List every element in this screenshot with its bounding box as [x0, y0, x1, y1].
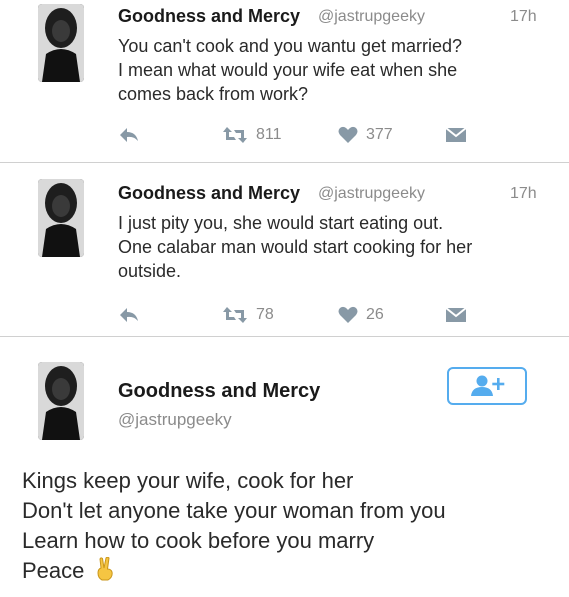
profile-handle[interactable]: @jastrupgeeky [118, 410, 232, 430]
profile-avatar[interactable] [38, 362, 84, 440]
timestamp[interactable]: 17h [510, 185, 537, 203]
tweet-actions: 811 377 [0, 126, 569, 150]
username[interactable]: @jastrupgeeky [318, 185, 425, 203]
caption-line: Kings keep your wife, cook for her [22, 468, 354, 493]
heart-icon [338, 126, 358, 143]
avatar[interactable] [38, 4, 84, 82]
display-name[interactable]: Goodness and Mercy [118, 6, 300, 27]
avatar[interactable] [38, 179, 84, 257]
retweet-icon [223, 307, 247, 323]
reply-icon [120, 308, 138, 322]
retweet-icon [223, 127, 247, 143]
like-count: 26 [366, 306, 384, 323]
heart-icon [338, 306, 358, 323]
reply-button[interactable] [118, 306, 148, 324]
follow-button[interactable] [447, 367, 527, 405]
like-button[interactable]: 26 [338, 306, 384, 324]
reply-icon [120, 128, 138, 142]
display-name[interactable]: Goodness and Mercy [118, 183, 300, 204]
tweet-actions: 78 26 [0, 306, 569, 330]
tweet-text-line: You can't cook and you wantu get married… [118, 36, 462, 56]
victory-hand-emoji [97, 556, 113, 581]
divider [0, 336, 569, 337]
tweet-text-line: One calabar man would start cooking for … [118, 237, 473, 257]
username[interactable]: @jastrupgeeky [318, 8, 425, 26]
tweet-text-line: comes back from work? [118, 84, 309, 104]
caption-line: Peace [22, 558, 85, 583]
direct-message-button[interactable] [445, 306, 475, 324]
caption-last-line: Peace [22, 556, 446, 586]
tweet-2[interactable]: Goodness and Mercy @jastrupgeeky 17h I j… [0, 163, 569, 335]
post-caption: Kings keep your wife, cook for her Don't… [22, 466, 446, 586]
caption-line: Learn how to cook before you marry [22, 528, 375, 553]
tweet-text-line: I just pity you, she would start eating … [118, 213, 444, 233]
caption-line: Don't let anyone take your woman from yo… [22, 498, 446, 523]
like-button[interactable]: 377 [338, 126, 393, 144]
tweet-text-line: outside. [118, 261, 182, 281]
direct-message-button[interactable] [445, 126, 475, 144]
envelope-icon [445, 307, 467, 322]
retweet-count: 78 [256, 306, 274, 323]
retweet-button[interactable]: 78 [222, 306, 274, 324]
reply-button[interactable] [118, 126, 148, 144]
retweet-button[interactable]: 811 [222, 126, 282, 144]
timestamp[interactable]: 17h [510, 8, 537, 26]
tweet-text: I just pity you, she would start eating … [118, 211, 528, 283]
profile-name[interactable]: Goodness and Mercy [118, 380, 320, 403]
add-user-icon [471, 375, 505, 396]
retweet-count: 811 [256, 126, 282, 143]
envelope-icon [445, 127, 467, 142]
tweet-text-line: I mean what would your wife eat when she [118, 60, 458, 80]
tweet-text: You can't cook and you wantu get married… [118, 34, 528, 106]
like-count: 377 [366, 126, 393, 143]
tweet-1[interactable]: Goodness and Mercy @jastrupgeeky 17h You… [0, 0, 569, 162]
